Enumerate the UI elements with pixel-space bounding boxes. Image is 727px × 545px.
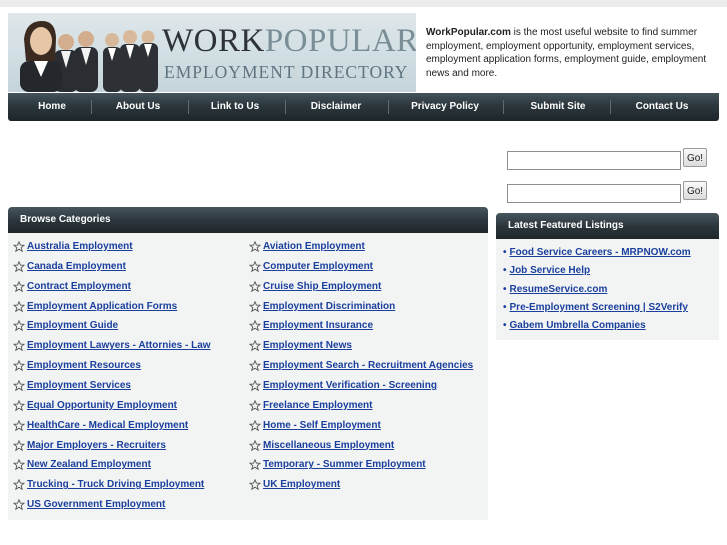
nav-disclaimer[interactable]: Disclaimer <box>298 93 374 121</box>
star-outline-icon <box>248 458 262 471</box>
star-outline-icon <box>248 399 262 412</box>
featured-item[interactable]: • ResumeService.com <box>503 282 607 298</box>
nav-separator <box>610 100 611 114</box>
category-link[interactable]: New Zealand Employment <box>27 456 151 474</box>
nav-separator <box>388 100 389 114</box>
category-link[interactable]: Temporary - Summer Employment <box>263 456 426 474</box>
browse-categories-header: Browse Categories <box>8 207 488 233</box>
category-link[interactable]: Employment Services <box>27 377 131 395</box>
bullet-icon: • <box>503 301 507 313</box>
star-outline-icon <box>248 439 262 452</box>
star-outline-icon <box>12 399 26 412</box>
featured-link[interactable]: Food Service Careers - MRPNOW.com <box>510 247 691 258</box>
star-outline-icon <box>12 320 26 332</box>
category-link[interactable]: Employment Insurance <box>263 317 373 335</box>
category-link[interactable]: Aviation Employment <box>263 238 365 256</box>
category-link[interactable]: Australia Employment <box>27 238 133 256</box>
logo-word-work: WORK <box>162 23 265 59</box>
category-link[interactable]: Freelance Employment <box>263 397 372 415</box>
star-outline-icon <box>12 498 26 511</box>
star-outline-icon <box>12 260 26 273</box>
star-outline-icon <box>12 339 26 352</box>
category-link[interactable]: HealthCare - Medical Employment <box>27 417 188 435</box>
category-link[interactable]: Employment Search - Recruitment Agencies <box>263 357 473 375</box>
category-link[interactable]: Employment Application Forms <box>27 298 177 316</box>
star-outline-icon <box>248 419 262 432</box>
logo-word-popular: POPULAR <box>264 23 416 59</box>
bullet-icon: • <box>503 247 507 258</box>
category-link[interactable]: UK Employment <box>263 476 340 494</box>
star-outline-icon <box>248 320 262 332</box>
star-outline-icon <box>248 260 262 273</box>
header-banner[interactable]: WORKPOPULAR EMPLOYMENT DIRECTORY <box>8 13 416 92</box>
category-link[interactable]: Canada Employment <box>27 258 126 276</box>
featured-item[interactable]: • Food Service Careers - MRPNOW.com <box>503 245 691 261</box>
category-link[interactable]: Employment News <box>263 337 352 355</box>
category-link[interactable]: Employment Discrimination <box>263 298 395 316</box>
search-input-1[interactable] <box>507 151 681 170</box>
category-link[interactable]: Employment Guide <box>27 317 118 335</box>
star-outline-icon <box>248 379 262 392</box>
category-link[interactable]: Miscellaneous Employment <box>263 437 394 455</box>
nav-privacy-policy[interactable]: Privacy Policy <box>402 93 488 121</box>
nav-separator <box>285 100 286 114</box>
bullet-icon: • <box>503 320 507 332</box>
nav-link-to-us[interactable]: Link to Us <box>199 93 271 121</box>
featured-item[interactable]: • Pre-Employment Screening | S2Verify <box>503 300 688 316</box>
search-go-button-1[interactable]: Go! <box>683 148 707 167</box>
category-link[interactable]: Computer Employment <box>263 258 373 276</box>
featured-link[interactable]: ResumeService.com <box>510 284 608 295</box>
star-outline-icon <box>12 240 26 253</box>
category-link[interactable]: Employment Verification - Screening <box>263 377 437 395</box>
star-outline-icon <box>12 359 26 372</box>
star-outline-icon <box>248 240 262 253</box>
site-logo[interactable]: WORKPOPULAR <box>162 25 416 58</box>
category-link[interactable]: Cruise Ship Employment <box>263 278 381 296</box>
star-outline-icon <box>248 339 262 352</box>
star-outline-icon <box>248 280 262 293</box>
category-link[interactable]: Major Employers - Recruiters <box>27 437 166 455</box>
star-outline-icon <box>248 300 262 313</box>
nav-separator <box>503 100 504 114</box>
intro-site-name: WorkPopular.com <box>426 27 511 38</box>
page: WORKPOPULAR EMPLOYMENT DIRECTORY WorkPop… <box>0 0 727 545</box>
nav-home[interactable]: Home <box>22 93 82 121</box>
featured-item[interactable]: • Job Service Help <box>503 263 590 279</box>
star-outline-icon <box>12 300 26 313</box>
main-nav: Home About Us Link to Us Disclaimer Priv… <box>8 93 719 121</box>
nav-separator <box>188 100 189 114</box>
top-strip <box>0 0 727 7</box>
nav-separator <box>91 100 92 114</box>
star-outline-icon <box>12 478 26 491</box>
nav-contact-us[interactable]: Contact Us <box>624 93 700 121</box>
featured-item[interactable]: • Gabem Umbrella Companies <box>503 318 646 334</box>
star-outline-icon <box>12 458 26 471</box>
nav-submit-site[interactable]: Submit Site <box>518 93 598 121</box>
search-input-2[interactable] <box>507 184 681 203</box>
category-link[interactable]: Home - Self Employment <box>263 417 381 435</box>
star-outline-icon <box>12 419 26 432</box>
bullet-icon: • <box>503 265 507 277</box>
featured-link[interactable]: Pre-Employment Screening | S2Verify <box>510 302 688 313</box>
nav-about-us[interactable]: About Us <box>103 93 173 121</box>
star-outline-icon <box>12 379 26 392</box>
search-go-button-2[interactable]: Go! <box>683 181 707 200</box>
category-link[interactable]: Trucking - Truck Driving Employment <box>27 476 204 494</box>
star-outline-icon <box>248 478 262 491</box>
business-people-photo <box>20 21 158 92</box>
category-link[interactable]: US Government Employment <box>27 496 165 514</box>
featured-link[interactable]: Gabem Umbrella Companies <box>510 320 646 331</box>
site-intro: WorkPopular.com is the most useful websi… <box>426 26 716 80</box>
star-outline-icon <box>12 439 26 452</box>
category-link[interactable]: Employment Resources <box>27 357 141 375</box>
star-outline-icon <box>248 359 262 372</box>
featured-link[interactable]: Job Service Help <box>510 265 591 276</box>
logo-subtitle: EMPLOYMENT DIRECTORY <box>164 62 409 82</box>
category-link[interactable]: Contract Employment <box>27 278 131 296</box>
bullet-icon: • <box>503 283 507 295</box>
featured-listings-header: Latest Featured Listings <box>496 213 719 239</box>
star-outline-icon <box>12 280 26 293</box>
category-link[interactable]: Employment Lawyers - Attornies - Law <box>27 337 211 355</box>
category-link[interactable]: Equal Opportunity Employment <box>27 397 177 415</box>
